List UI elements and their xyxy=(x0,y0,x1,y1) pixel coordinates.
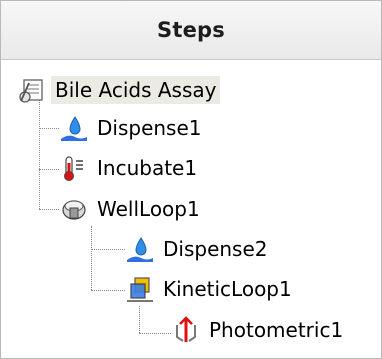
steps-panel: Steps Bile Acids Assay Dispense1 Incubat… xyxy=(0,0,382,359)
tree-item-label: Incubate1 xyxy=(97,156,198,180)
steps-header: Steps xyxy=(1,1,381,60)
photometric-icon xyxy=(176,316,196,342)
tree-item-label: Photometric1 xyxy=(209,318,344,342)
tree-item-wellloop1[interactable]: WellLoop1 xyxy=(59,191,200,227)
tree-connector xyxy=(39,209,59,210)
tree-connector xyxy=(91,290,125,291)
tree-item-label: Bile Acids Assay xyxy=(51,76,221,104)
tree-item-dispense2[interactable]: Dispense2 xyxy=(125,231,268,267)
tree-item-incubate1[interactable]: Incubate1 xyxy=(59,150,197,186)
tree-connector xyxy=(91,249,125,250)
tree-item-dispense1[interactable]: Dispense1 xyxy=(59,110,202,146)
kinetic-loop-icon xyxy=(127,277,153,302)
tree-item-label: KineticLoop1 xyxy=(163,277,292,301)
tree-item-label: Dispense1 xyxy=(97,116,202,140)
dispense-icon xyxy=(61,116,87,141)
tree-item-label: WellLoop1 xyxy=(97,197,200,221)
tree-connector xyxy=(39,169,59,170)
tree-connector xyxy=(139,333,171,334)
tree-connector xyxy=(139,306,140,333)
panel-title: Steps xyxy=(157,18,225,42)
tree-connector xyxy=(91,226,92,290)
tree-item-label: Dispense2 xyxy=(163,237,268,261)
thermometer-icon xyxy=(64,156,83,181)
assay-method-icon xyxy=(19,79,43,103)
tree-connector xyxy=(39,128,59,129)
tree-connector xyxy=(39,96,40,209)
well-loop-icon xyxy=(62,200,86,220)
tree-item-bile-acids-assay[interactable]: Bile Acids Assay xyxy=(17,72,221,108)
dispense-icon xyxy=(127,237,153,262)
steps-tree: Bile Acids Assay Dispense1 Incubate1 Wel… xyxy=(1,60,381,358)
tree-item-kineticloop1[interactable]: KineticLoop1 xyxy=(125,271,292,307)
tree-item-photometric1[interactable]: Photometric1 xyxy=(171,312,343,348)
